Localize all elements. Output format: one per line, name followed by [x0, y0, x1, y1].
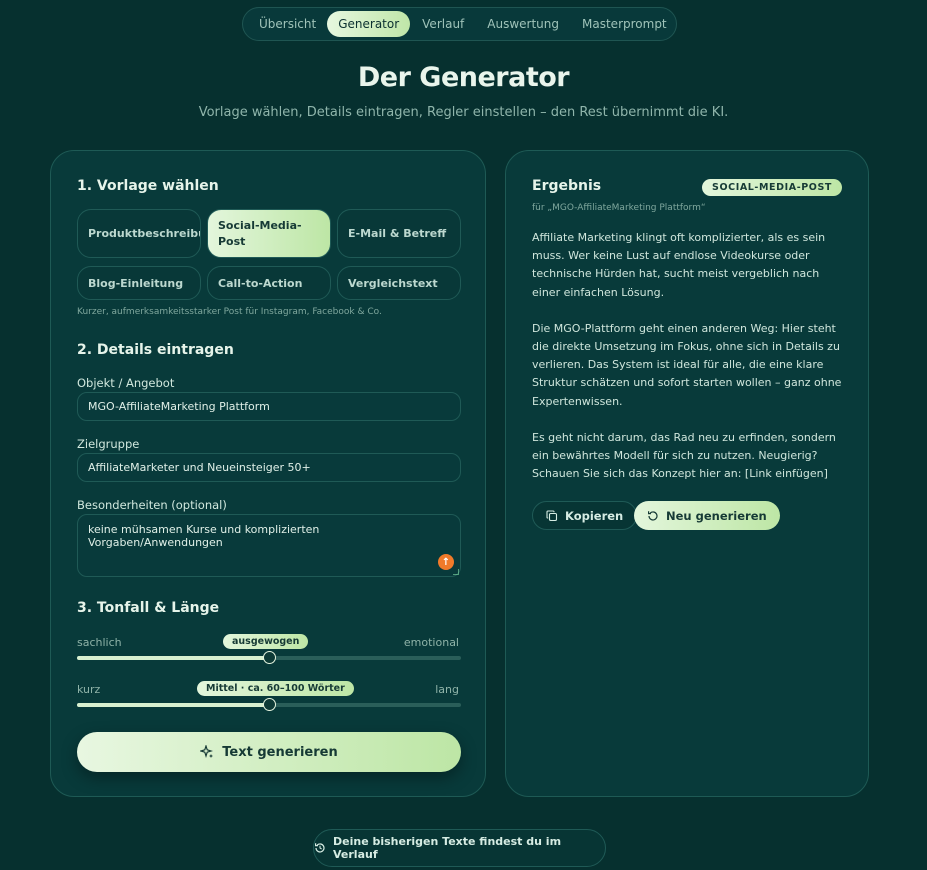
- tab-uebersicht[interactable]: Übersicht: [248, 11, 327, 37]
- tab-verlauf[interactable]: Verlauf: [411, 11, 475, 37]
- history-link-label: Deine bisherigen Texte findest du im Ver…: [333, 835, 562, 861]
- length-slider-fill: [77, 703, 269, 707]
- special-textarea-value: keine mühsamen Kurse und komplizierten V…: [88, 523, 320, 549]
- tab-auswertung[interactable]: Auswertung: [476, 11, 570, 37]
- result-paragraph: Die MGO-Plattform geht einen anderen Weg…: [532, 321, 842, 408]
- section-template-title: 1. Vorlage wählen: [77, 178, 219, 194]
- template-produktbeschreibung[interactable]: Produktbeschreibung: [77, 209, 201, 258]
- length-value-badge: Mittel · ca. 60–100 Wörter: [197, 681, 354, 696]
- generator-card: 1. Vorlage wählen Produktbeschreibung So…: [50, 150, 486, 797]
- page-title: Der Generator: [357, 62, 570, 93]
- result-for-line: für „MGO-AffiliateMarketing Plattform“: [532, 203, 706, 213]
- target-input[interactable]: AffiliateMarketer und Neueinsteiger 50+: [77, 453, 461, 482]
- tone-max-label: emotional: [403, 636, 459, 649]
- refresh-icon: [647, 510, 659, 522]
- tab-masterprompt[interactable]: Masterprompt: [571, 11, 678, 37]
- history-link-button[interactable]: Deine bisherigen Texte findest du im Ver…: [313, 829, 606, 867]
- resize-handle-icon[interactable]: [453, 569, 459, 575]
- length-min-label: kurz: [77, 683, 101, 696]
- tone-min-label: sachlich: [77, 636, 122, 649]
- special-textarea[interactable]: keine mühsamen Kurse und komplizierten V…: [77, 514, 461, 577]
- history-icon: [314, 842, 326, 854]
- template-hint: Kurzer, aufmerksamkeitsstarker Post für …: [77, 307, 382, 317]
- tone-slider[interactable]: [77, 651, 461, 664]
- section-tone-title: 3. Tonfall & Länge: [77, 600, 220, 616]
- template-vergleichstext[interactable]: Vergleichstext: [337, 266, 461, 300]
- length-slider-thumb[interactable]: [263, 698, 276, 711]
- result-paragraph: Es geht nicht darum, das Rad neu zu erfi…: [532, 430, 836, 481]
- tone-slider-thumb[interactable]: [263, 651, 276, 664]
- copy-button-label: Kopieren: [565, 508, 624, 523]
- regenerate-button-label: Neu generieren: [666, 508, 767, 523]
- result-type-badge: SOCIAL-MEDIA-POST: [702, 179, 842, 196]
- tab-generator[interactable]: Generator: [327, 11, 411, 37]
- arrow-up-icon[interactable]: ↑: [438, 554, 454, 570]
- tone-value-badge: ausgewogen: [223, 634, 309, 649]
- top-nav: Übersicht Generator Verlauf Auswertung M…: [242, 7, 677, 41]
- generate-button[interactable]: Text generieren: [77, 732, 461, 772]
- result-card: Ergebnis SOCIAL-MEDIA-POST für „MGO-Affi…: [505, 150, 869, 797]
- sparkle-icon: [200, 745, 214, 759]
- object-label: Objekt / Angebot: [77, 376, 175, 390]
- template-social-media-post[interactable]: Social-Media-Post: [207, 209, 331, 258]
- section-details-title: 2. Details eintragen: [77, 342, 234, 358]
- result-text: Affiliate Marketing klingt oft komplizie…: [532, 229, 850, 501]
- object-input[interactable]: MGO-AffiliateMarketing Plattform: [77, 392, 461, 421]
- result-paragraph: Affiliate Marketing klingt oft komplizie…: [532, 231, 826, 299]
- template-call-to-action[interactable]: Call-to-Action: [207, 266, 331, 300]
- copy-button[interactable]: Kopieren: [532, 501, 638, 530]
- length-max-label: lang: [435, 683, 459, 696]
- template-email-betreff[interactable]: E-Mail & Betreff: [337, 209, 461, 258]
- target-label: Zielgruppe: [77, 437, 140, 451]
- copy-icon: [546, 509, 558, 522]
- generate-button-label: Text generieren: [222, 744, 338, 760]
- regenerate-button[interactable]: Neu generieren: [634, 501, 780, 530]
- page-subtitle: Vorlage wählen, Details eintragen, Regle…: [198, 105, 729, 120]
- template-blog-einleitung[interactable]: Blog-Einleitung: [77, 266, 201, 300]
- special-label: Besonderheiten (optional): [77, 498, 227, 512]
- length-slider[interactable]: [77, 698, 461, 711]
- result-title: Ergebnis: [532, 178, 602, 194]
- tone-slider-fill: [77, 656, 269, 660]
